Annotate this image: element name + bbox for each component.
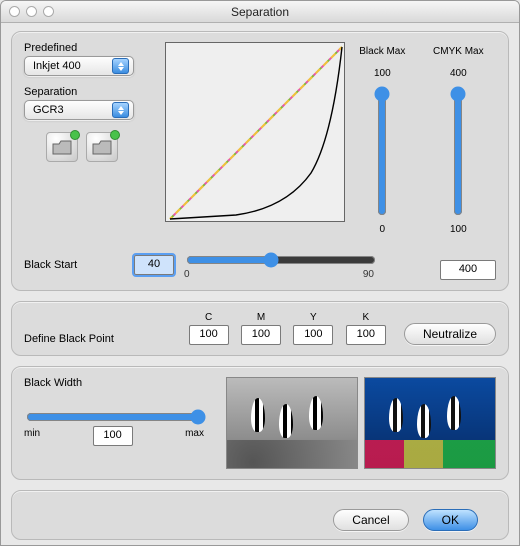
cmyk-max-label: CMYK Max <box>433 46 484 60</box>
channel-y-label: Y <box>310 312 317 323</box>
black-max-slider[interactable] <box>373 86 391 216</box>
curve-plot-icon <box>166 43 346 223</box>
cmyk-max-slider[interactable] <box>449 86 467 216</box>
predefined-value: Inkjet 400 <box>33 60 81 72</box>
black-max-group: Black Max 100 0 <box>355 46 409 236</box>
load-preset-button[interactable] <box>46 132 78 162</box>
channel-k-field[interactable]: 100 <box>346 325 386 345</box>
stepper-icon <box>112 102 129 118</box>
folder-open-icon <box>51 138 73 156</box>
separation-value: GCR3 <box>33 104 64 116</box>
channel-k-label: K <box>362 312 369 323</box>
black-width-panel: Black Width min 100 max <box>11 366 509 480</box>
titlebar: Separation <box>1 1 519 23</box>
black-start-max-tick: 90 <box>363 269 374 280</box>
separation-curve-graph <box>165 42 345 222</box>
channel-m-field[interactable]: 100 <box>241 325 281 345</box>
ok-button[interactable]: OK <box>423 509 478 531</box>
black-start-field[interactable]: 40 <box>134 255 174 275</box>
black-width-label: Black Width <box>24 377 216 389</box>
black-width-min-label: min <box>24 428 40 446</box>
black-max-label: Black Max <box>359 46 405 60</box>
separation-select[interactable]: GCR3 <box>24 100 134 120</box>
stepper-icon <box>112 58 129 74</box>
cancel-button[interactable]: Cancel <box>333 509 408 531</box>
cmyk-max-bottom-tick: 100 <box>450 222 467 236</box>
save-preset-button[interactable] <box>86 132 118 162</box>
channel-c-label: C <box>205 312 212 323</box>
predefined-label: Predefined <box>24 42 155 54</box>
preview-color <box>364 377 496 469</box>
cmyk-max-field[interactable]: 400 <box>440 260 496 280</box>
separation-dialog: Separation Predefined Inkjet 400 Separat… <box>0 0 520 546</box>
define-black-point-label: Define Black Point <box>24 333 178 345</box>
folder-save-icon <box>91 138 113 156</box>
black-start-min-tick: 0 <box>184 269 190 280</box>
black-width-field[interactable]: 100 <box>93 426 133 446</box>
black-start-label: Black Start <box>24 259 124 271</box>
cmyk-max-top-tick: 400 <box>450 66 467 80</box>
channel-m-label: M <box>257 312 265 323</box>
arrow-badge-icon <box>70 130 80 140</box>
arrow-badge-icon <box>110 130 120 140</box>
cmyk-max-group: CMYK Max 400 100 <box>431 46 485 236</box>
black-width-slider[interactable] <box>26 409 206 425</box>
predefined-select[interactable]: Inkjet 400 <box>24 56 134 76</box>
define-black-point-panel: Define Black Point C 100 M 100 Y 100 K 1… <box>11 301 509 356</box>
black-max-bottom-tick: 0 <box>380 222 386 236</box>
separation-label: Separation <box>24 86 155 98</box>
main-panel: Predefined Inkjet 400 Separation GCR3 <box>11 31 509 291</box>
neutralize-button[interactable]: Neutralize <box>404 323 496 345</box>
channel-c-field[interactable]: 100 <box>189 325 229 345</box>
black-start-slider[interactable] <box>186 252 376 268</box>
footer-panel: Cancel OK <box>11 490 509 540</box>
window-title: Separation <box>1 5 519 19</box>
preview-grayscale <box>226 377 358 469</box>
black-width-max-label: max <box>185 428 204 446</box>
black-max-top-tick: 100 <box>374 66 391 80</box>
channel-y-field[interactable]: 100 <box>293 325 333 345</box>
